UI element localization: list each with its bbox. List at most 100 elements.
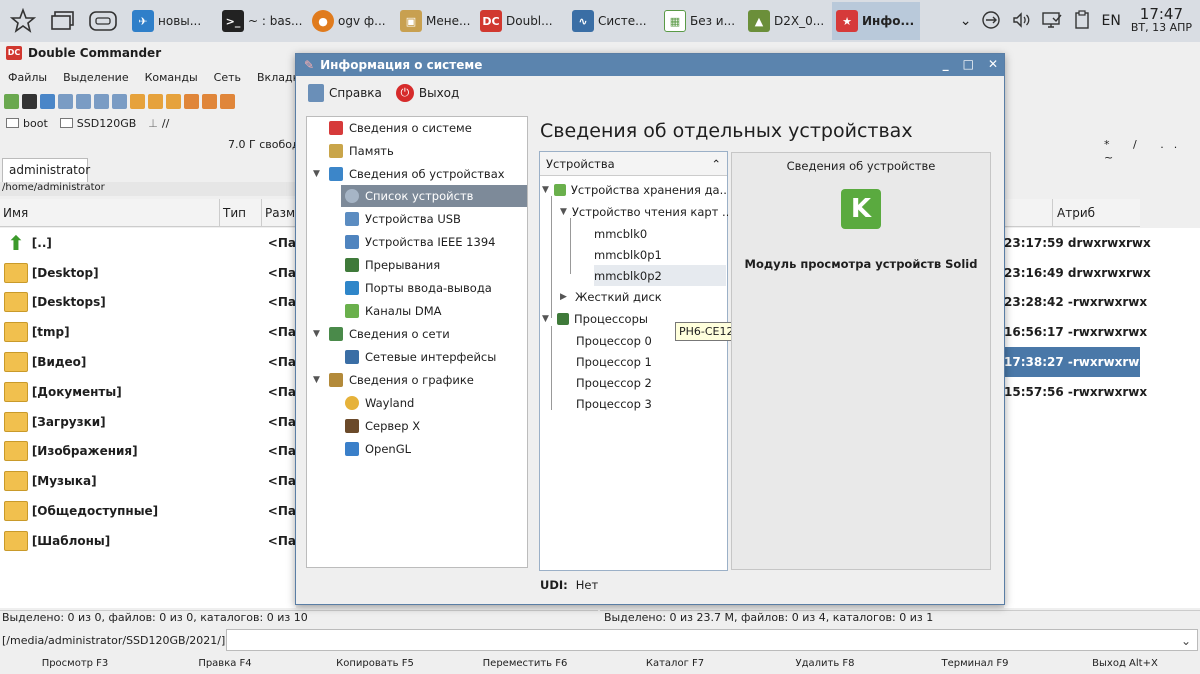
menu-tabs[interactable]: Вкладк (257, 71, 299, 84)
start-menu-icon[interactable] (6, 4, 40, 38)
tree-item-system[interactable]: Сведения о системе (313, 117, 472, 139)
task-browser[interactable]: ✈ новы... (128, 2, 218, 40)
list-item-selected[interactable]: 17:38:27 -rwxrwxrwx (1004, 347, 1147, 377)
tree-item-interrupts[interactable]: Прерывания (345, 254, 440, 276)
copy-icon[interactable] (148, 93, 163, 109)
mkdir-button[interactable]: Каталог F7 (600, 654, 750, 674)
list-item[interactable]: 16:56:17 -rwxrwxrwx (1004, 317, 1200, 347)
device-processor-2[interactable]: Процессор 2 (576, 372, 726, 393)
device-card-reader[interactable]: ▼ Устройство чтения карт ... (560, 201, 728, 222)
brief-view-icon[interactable] (58, 93, 73, 109)
delete-button[interactable]: Удалить F8 (750, 654, 900, 674)
tree-item-ieee1394[interactable]: Устройства IEEE 1394 (345, 231, 495, 253)
refresh-icon[interactable] (4, 93, 19, 109)
chevron-down-icon[interactable]: ⌄ (1181, 634, 1191, 648)
tree-item-dma[interactable]: Каналы DMA (345, 300, 442, 322)
devices-header[interactable]: Устройства ⌃ (540, 152, 727, 176)
task-double-commander[interactable]: DC Doubl... (476, 2, 568, 40)
list-item[interactable]: [Шаблоны] <Па (0, 526, 296, 556)
terminal-button[interactable]: Терминал F9 (900, 654, 1050, 674)
drive-network[interactable]: ⊥// (148, 117, 169, 130)
chevron-up-icon[interactable]: ⌃ (711, 157, 721, 171)
move-icon[interactable] (166, 93, 181, 109)
copy-button[interactable]: Копировать F5 (300, 654, 450, 674)
device-processor-1[interactable]: Процессор 1 (576, 351, 726, 372)
tree-item-network[interactable]: ▼ Сведения о сети (313, 323, 450, 345)
list-item[interactable]: [Загрузки] <Па (0, 407, 296, 437)
drive-ssd[interactable]: SSD120GB (59, 117, 136, 130)
thumbnails-view-icon[interactable] (112, 93, 127, 109)
maximize-icon[interactable]: □ (963, 57, 974, 71)
view-button[interactable]: Просмотр F3 (0, 654, 150, 674)
menu-network[interactable]: Сеть (214, 71, 241, 84)
settings-icon[interactable] (40, 93, 55, 109)
minimize-icon[interactable]: _ (943, 57, 949, 71)
tree-item-usb[interactable]: Устройства USB (345, 208, 461, 230)
chevron-down-icon[interactable]: ▼ (313, 375, 323, 385)
tree-item-devices[interactable]: ▼ Сведения об устройствах (313, 163, 505, 185)
exit-button[interactable]: ⏻ Выход (395, 84, 459, 102)
clipboard-icon[interactable] (1073, 9, 1091, 33)
unpack-icon[interactable] (202, 93, 217, 109)
network-icon[interactable] (1041, 10, 1063, 33)
task-terminal[interactable]: >_ ~ : bas... (218, 2, 308, 40)
select-icon[interactable] (130, 93, 145, 109)
clock[interactable]: 17:47 ВТ, 13 АПР (1131, 7, 1192, 35)
list-item[interactable]: [Desktop] <Па (0, 258, 296, 288)
column-attributes[interactable]: Атриб (1052, 199, 1140, 226)
list-item[interactable]: [tmp] <Па (0, 317, 296, 347)
tree-item-memory[interactable]: Память (313, 140, 394, 162)
move-button[interactable]: Переместить F6 (450, 654, 600, 674)
device-storage[interactable]: ▼ Устройства хранения да... (542, 179, 728, 200)
device-processor-3[interactable]: Процессор 3 (576, 393, 726, 414)
list-item[interactable]: ⬆ [..] <Па (0, 228, 296, 258)
task-system-monitor[interactable]: ∿ Систе... (568, 2, 660, 40)
tree-item-io-ports[interactable]: Порты ввода-вывода (345, 277, 492, 299)
task-package-manager[interactable]: ▣ Мене... (396, 2, 476, 40)
list-item[interactable]: [Музыка] <Па (0, 466, 296, 496)
chevron-down-icon[interactable]: ▼ (542, 314, 552, 324)
chevron-down-icon[interactable]: ⌄ (960, 13, 972, 29)
tree-item-wayland[interactable]: Wayland (345, 392, 414, 414)
menu-selection[interactable]: Выделение (63, 71, 129, 84)
command-input[interactable]: ⌄ (226, 629, 1198, 651)
list-item[interactable]: 23:17:59 drwxrwxrwx (1004, 228, 1200, 258)
task-firefox[interactable]: ● ogv ф... (308, 2, 396, 40)
device-mmcblk0[interactable]: mmcblk0 (594, 223, 728, 244)
keyboard-layout[interactable]: EN (1101, 13, 1120, 29)
panel-quick-buttons[interactable]: * / .. ~ (1104, 138, 1200, 164)
tree-item-device-list[interactable]: Список устройств (341, 185, 527, 207)
menu-commands[interactable]: Команды (145, 71, 198, 84)
device-hard-disk[interactable]: ▶ Жесткий диск (560, 286, 728, 307)
device-mmcblk0p2[interactable]: mmcblk0p2 (594, 265, 726, 286)
tree-item-network-interfaces[interactable]: Сетевые интерфейсы (345, 346, 496, 368)
tree-item-xserver[interactable]: Сервер X (345, 415, 420, 437)
full-view-icon[interactable] (76, 93, 91, 109)
chevron-right-icon[interactable]: ▶ (560, 292, 570, 302)
menu-files[interactable]: Файлы (8, 71, 47, 84)
usb-icon[interactable] (981, 10, 1001, 33)
list-item[interactable]: 15:57:56 -rwxrwxrwx (1004, 377, 1200, 407)
chevron-down-icon[interactable]: ▼ (313, 329, 323, 339)
help-button[interactable]: Справка (308, 84, 382, 102)
chevron-down-icon[interactable]: ▼ (313, 169, 323, 179)
chevron-down-icon[interactable]: ▼ (560, 207, 567, 217)
terminal-icon[interactable] (22, 93, 37, 109)
list-item[interactable]: [Общедоступные] <Па (0, 496, 296, 526)
list-item[interactable]: [Desktops] <Па (0, 288, 296, 318)
list-item[interactable]: 23:16:49 drwxrwxrwx (1004, 258, 1200, 288)
task-image-viewer[interactable]: ▲ D2X_0... (744, 2, 832, 40)
search-icon[interactable] (220, 93, 235, 109)
show-windows-icon[interactable] (46, 4, 80, 38)
tree-item-opengl[interactable]: OpenGL (345, 438, 411, 460)
drive-boot[interactable]: boot (6, 117, 48, 130)
current-path[interactable]: /home/administrator (0, 182, 296, 196)
list-item[interactable]: 23:28:42 -rwxrwxrwx (1004, 288, 1200, 318)
close-icon[interactable]: ✕ (988, 57, 998, 71)
list-item[interactable]: [Видео] <Па (0, 347, 296, 377)
pack-icon[interactable] (184, 93, 199, 109)
list-item[interactable]: [Документы] <Па (0, 377, 296, 407)
tab-administrator[interactable]: administrator (2, 158, 90, 182)
tree-item-graphics[interactable]: ▼ Сведения о графике (313, 369, 474, 391)
column-size[interactable]: Разм (262, 199, 296, 226)
